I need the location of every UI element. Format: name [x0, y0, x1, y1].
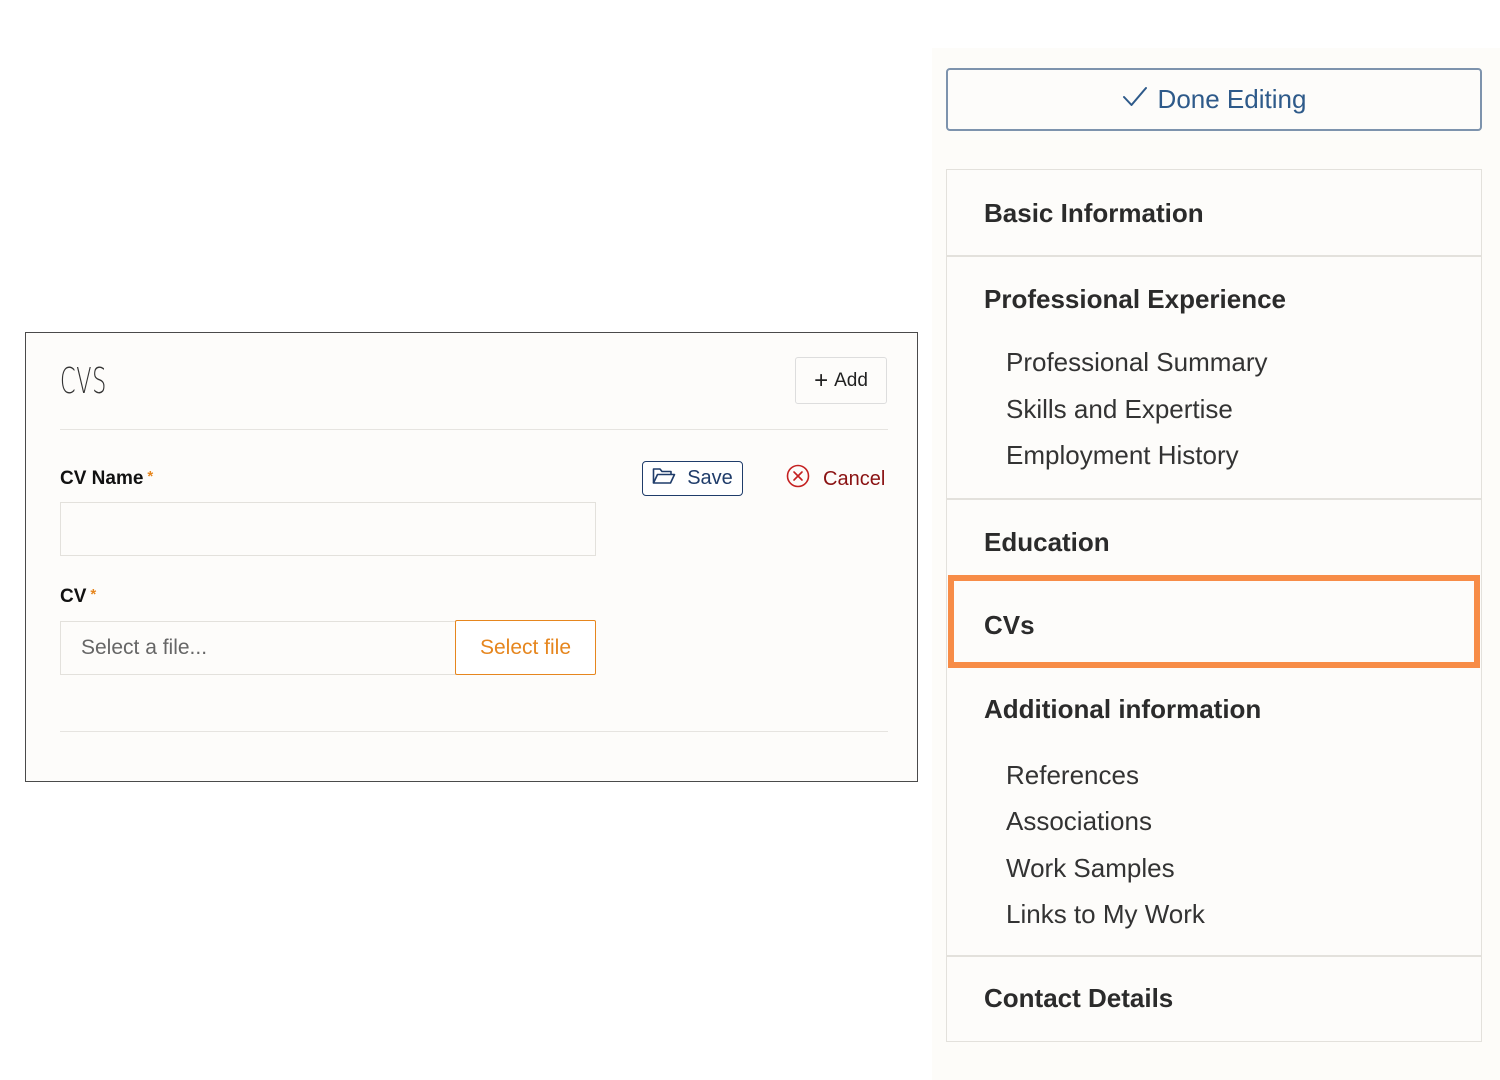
nav-employment-history[interactable]: Employment History	[1006, 440, 1239, 471]
save-button[interactable]: Save	[642, 461, 743, 496]
cv-name-label: CV Name *	[60, 468, 153, 490]
folder-open-icon	[652, 467, 676, 491]
checkmark-icon	[1122, 84, 1148, 115]
cv-label: CV *	[60, 586, 96, 608]
cv-name-input[interactable]	[60, 502, 596, 556]
nav-divider	[947, 498, 1481, 500]
add-button-label: Add	[834, 369, 868, 391]
nav-professional-summary[interactable]: Professional Summary	[1006, 347, 1268, 378]
nav-references[interactable]: References	[1006, 760, 1139, 791]
cancel-button[interactable]: Cancel	[786, 463, 885, 495]
nav-divider	[947, 955, 1481, 957]
nav-divider	[947, 255, 1481, 257]
cvs-card: CVS + Add CV Name * Save Cancel CV * Sel…	[25, 332, 918, 782]
nav-work-samples[interactable]: Work Samples	[1006, 853, 1175, 884]
nav-contact-details[interactable]: Contact Details	[984, 983, 1173, 1014]
nav-basic-information[interactable]: Basic Information	[984, 198, 1204, 229]
nav-skills-and-expertise[interactable]: Skills and Expertise	[1006, 394, 1233, 425]
add-button[interactable]: + Add	[795, 357, 887, 404]
select-file-button[interactable]: Select file	[455, 620, 596, 675]
section-nav: Basic Information Professional Experienc…	[946, 169, 1482, 1042]
nav-associations[interactable]: Associations	[1006, 806, 1152, 837]
cv-label-text: CV	[60, 586, 87, 607]
cancel-circle-icon	[786, 464, 810, 494]
nav-cvs[interactable]: CVs	[984, 610, 1035, 641]
file-path-input[interactable]: Select a file...	[60, 621, 456, 675]
card-title: CVS	[60, 361, 107, 402]
nav-additional-information[interactable]: Additional information	[984, 694, 1261, 725]
nav-links-to-my-work[interactable]: Links to My Work	[1006, 899, 1205, 930]
required-mark: *	[90, 586, 97, 603]
done-editing-button[interactable]: Done Editing	[946, 68, 1482, 131]
plus-icon: +	[814, 366, 829, 394]
cv-name-label-text: CV Name	[60, 468, 144, 489]
nav-professional-experience[interactable]: Professional Experience	[984, 284, 1286, 315]
card-footer-divider	[60, 731, 888, 732]
required-mark: *	[147, 468, 154, 485]
file-placeholder: Select a file...	[81, 636, 208, 659]
card-header-divider	[60, 429, 888, 430]
save-button-label: Save	[687, 467, 733, 489]
done-editing-label: Done Editing	[1157, 84, 1307, 114]
nav-education[interactable]: Education	[984, 527, 1110, 558]
cancel-button-label: Cancel	[823, 467, 886, 490]
select-file-label: Select file	[479, 635, 572, 659]
